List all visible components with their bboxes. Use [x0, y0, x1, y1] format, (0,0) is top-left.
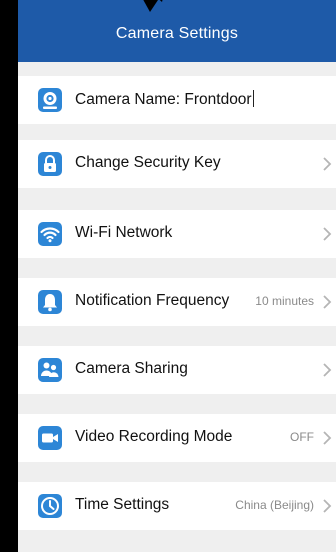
- camera-name-field[interactable]: Camera Name: Frontdoor: [75, 90, 254, 109]
- chevron-right-icon: [323, 363, 332, 377]
- back-arrow-icon[interactable]: [136, 0, 164, 18]
- chevron-right-icon: [323, 227, 332, 241]
- app-header: Camera Settings: [18, 0, 336, 62]
- clock-icon: [38, 494, 62, 518]
- time-settings-value: China (Beijing): [235, 498, 314, 512]
- chevron-right-icon: [323, 157, 332, 171]
- wifi-icon: [38, 222, 62, 246]
- camera-icon: [38, 88, 62, 112]
- video-recording-mode-row[interactable]: Video Recording Mode OFF: [18, 414, 336, 462]
- video-recording-mode-value: OFF: [290, 430, 314, 444]
- camera-sharing-label: Camera Sharing: [75, 360, 188, 377]
- people-icon: [38, 358, 62, 382]
- notification-frequency-label: Notification Frequency: [75, 292, 230, 309]
- bell-icon: [38, 290, 62, 314]
- time-settings-row[interactable]: Time Settings China (Beijing): [18, 482, 336, 530]
- lock-icon: [38, 152, 62, 176]
- chevron-right-icon: [323, 431, 332, 445]
- notification-frequency-row[interactable]: Notification Frequency 10 minutes: [18, 278, 336, 326]
- wifi-network-row[interactable]: Wi-Fi Network: [18, 210, 336, 258]
- change-security-key-row[interactable]: Change Security Key: [18, 140, 336, 188]
- notification-frequency-value: 10 minutes: [255, 294, 314, 308]
- change-security-key-label: Change Security Key: [75, 154, 221, 171]
- chevron-right-icon: [323, 499, 332, 513]
- video-camera-icon: [38, 426, 62, 450]
- time-settings-label: Time Settings: [75, 496, 170, 513]
- video-recording-mode-label: Video Recording Mode: [75, 428, 233, 445]
- chevron-right-icon: [323, 295, 332, 309]
- text-cursor: [252, 90, 254, 107]
- settings-screen: Camera Settings Camera Name: Frontdoor C…: [18, 0, 336, 552]
- wifi-network-label: Wi-Fi Network: [75, 224, 173, 241]
- page-title: Camera Settings: [115, 25, 239, 42]
- camera-sharing-row[interactable]: Camera Sharing: [18, 346, 336, 394]
- camera-name-row[interactable]: Camera Name: Frontdoor: [18, 76, 336, 124]
